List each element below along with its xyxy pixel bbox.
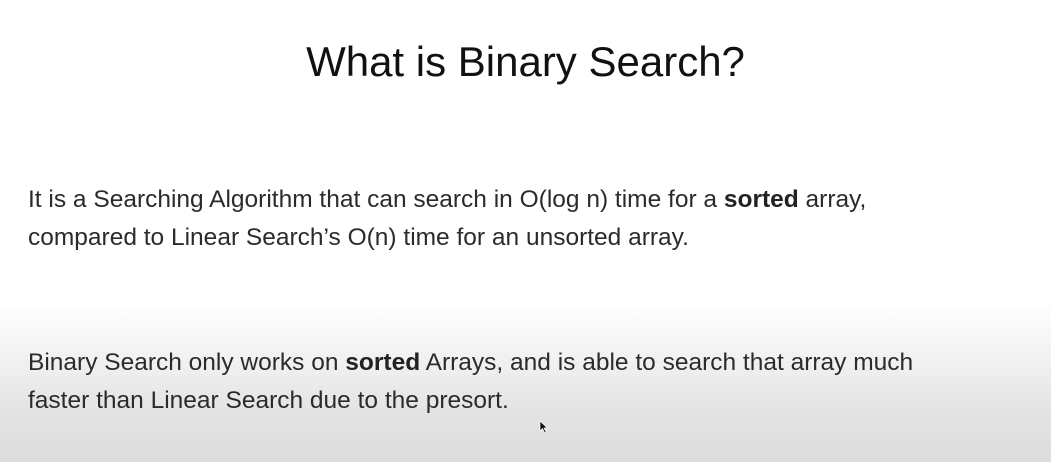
paragraph-2-line-2: faster than Linear Search due to the pre… [28,387,509,414]
paragraph-1-line-2: compared to Linear Search’s O(n) time fo… [28,224,689,251]
paragraph-binary-search-definition: It is a Searching Algorithm that can sea… [28,181,1038,257]
paragraph-2-bold-sorted: sorted [345,349,421,376]
paragraph-2-text-before: Binary Search only works on [28,349,346,376]
paragraph-1-text-after: array, [798,186,867,213]
paragraph-1-text-before: It is a Searching Algorithm that can sea… [28,186,724,213]
paragraph-1-bold-sorted: sorted [723,186,799,213]
paragraph-1-line-1: It is a Searching Algorithm that can sea… [28,181,1038,219]
slide: What is Binary Search? It is a Searching… [0,0,1051,462]
mouse-pointer-icon [539,420,549,434]
paragraph-binary-search-requirement: Binary Search only works on sorted Array… [28,344,1038,420]
paragraph-2-line-1: Binary Search only works on sorted Array… [28,344,1038,382]
slide-title: What is Binary Search? [306,38,745,85]
paragraph-2-text-after: Arrays, and is able to search that array… [420,349,914,376]
